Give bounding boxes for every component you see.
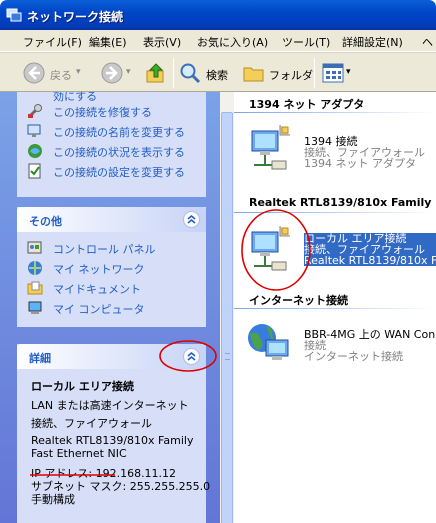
up-folder-button[interactable] bbox=[142, 59, 170, 87]
chevron-up-icon bbox=[187, 214, 196, 224]
details-configuration: 手動構成 bbox=[31, 493, 75, 506]
forward-button[interactable]: ▾ bbox=[96, 59, 136, 87]
lan-connection-icon bbox=[251, 226, 290, 271]
task-pane: 効にする この接続を修復する この接続の名前を変更する この接続の状況を表示する bbox=[0, 92, 234, 523]
views-button[interactable]: ▾ bbox=[320, 59, 356, 87]
other-panel-header[interactable]: その他 bbox=[17, 207, 206, 232]
details-device: Realtek RTL8139/810x Family bbox=[31, 434, 194, 447]
search-icon bbox=[180, 63, 201, 84]
settings-icon bbox=[28, 163, 41, 179]
other-panel-title: その他 bbox=[29, 215, 62, 228]
folder-icon bbox=[243, 67, 264, 82]
partial-task-link[interactable]: 効にする bbox=[53, 92, 97, 104]
details-panel-header[interactable]: 詳細 bbox=[17, 344, 206, 369]
task-rename-connection-label: この接続の名前を変更する bbox=[53, 126, 185, 139]
my-network-icon bbox=[28, 261, 42, 275]
control-panel-icon bbox=[27, 241, 42, 254]
details-type: LAN または高速インターネット bbox=[31, 399, 189, 412]
views-dropdown-icon[interactable]: ▾ bbox=[346, 67, 351, 77]
menu-edit[interactable]: 編集(E) bbox=[89, 34, 127, 50]
network-tasks-panel: 効にする この接続を修復する この接続の名前を変更する この接続の状況を表示する bbox=[17, 92, 206, 197]
search-label: 検索 bbox=[206, 69, 228, 82]
details-status: 接続、ファイアウォール bbox=[31, 417, 152, 430]
scroll-thumb[interactable] bbox=[221, 112, 233, 523]
menu-bar: ファイル(F) 編集(E) 表示(V) お気に入り(A) ツール(T) 詳細設定… bbox=[0, 30, 436, 52]
back-arrow-icon bbox=[23, 62, 45, 84]
menu-advanced[interactable]: 詳細設定(N) bbox=[342, 34, 403, 50]
lan-connection-icon bbox=[251, 125, 290, 170]
menu-tools[interactable]: ツール(T) bbox=[282, 34, 330, 50]
task-view-status-label: この接続の状況を表示する bbox=[53, 146, 185, 159]
folders-button[interactable]: フォルダ bbox=[242, 59, 313, 87]
connection-local-area-device: Realtek RTL8139/810x Fa bbox=[304, 255, 436, 266]
task-change-settings-label: この接続の設定を変更する bbox=[53, 166, 185, 179]
folders-label: フォルダ bbox=[269, 69, 313, 82]
details-device-cont: Fast Ethernet NIC bbox=[31, 447, 127, 460]
chevron-up-icon bbox=[187, 351, 196, 361]
collapse-details-button[interactable] bbox=[183, 348, 200, 365]
link-control-panel-label: コントロール パネル bbox=[53, 243, 156, 256]
title-bar[interactable]: ネットワーク接続 bbox=[0, 0, 436, 30]
window-title: ネットワーク接続 bbox=[27, 10, 124, 24]
connection-1394-device: 1394 ネット アダプタ bbox=[304, 157, 416, 170]
status-icon bbox=[28, 144, 42, 158]
back-label: 戻る bbox=[50, 69, 72, 82]
repair-icon bbox=[28, 104, 42, 118]
my-computer-icon bbox=[28, 301, 42, 314]
rename-icon bbox=[27, 124, 41, 137]
network-connections-icon bbox=[6, 8, 22, 22]
link-my-documents-label: マイドキュメント bbox=[53, 283, 141, 296]
other-places-panel: その他 コントロール パネル マイ ネットワーク マイドキュメント マイ コンピ… bbox=[17, 207, 206, 327]
back-dropdown-icon[interactable]: ▾ bbox=[76, 67, 81, 77]
connections-view: 1394 ネット アダプタ 1394 接続 接続、ファイアウォール 1394 ネ… bbox=[234, 92, 436, 523]
group-1394-title: 1394 ネット アダプタ bbox=[249, 98, 365, 111]
menu-favorites[interactable]: お気に入り(A) bbox=[197, 34, 268, 50]
link-my-network-label: マイ ネットワーク bbox=[53, 263, 145, 276]
menu-help[interactable]: ヘ bbox=[422, 34, 433, 50]
toolbar: 戻る ▾ ▾ 検索 フォルダ ▾ bbox=[0, 52, 436, 92]
forward-arrow-icon bbox=[101, 62, 123, 84]
group-internet-title: インターネット接続 bbox=[249, 294, 348, 307]
connection-wan-device: インターネット接続 bbox=[304, 350, 403, 363]
my-documents-icon bbox=[27, 281, 43, 295]
collapse-other-button[interactable] bbox=[183, 211, 200, 228]
link-my-computer-label: マイ コンピュータ bbox=[53, 303, 145, 316]
internet-connection-icon bbox=[248, 324, 289, 360]
back-button[interactable]: 戻る ▾ bbox=[18, 59, 88, 87]
task-repair-connection-label: この接続を修復する bbox=[53, 106, 152, 119]
details-panel-title: 詳細 bbox=[29, 352, 51, 365]
details-connection-name: ローカル エリア接続 bbox=[31, 380, 134, 393]
up-folder-icon bbox=[146, 63, 164, 83]
menu-file[interactable]: ファイル(F) bbox=[23, 34, 82, 50]
views-icon bbox=[322, 63, 344, 83]
forward-dropdown-icon[interactable]: ▾ bbox=[126, 67, 131, 77]
group-realtek-title: Realtek RTL8139/810x Family bbox=[249, 196, 432, 209]
search-button[interactable]: 検索 bbox=[178, 59, 236, 87]
details-panel: 詳細 ローカル エリア接続 LAN または高速インターネット 接続、ファイアウォ… bbox=[17, 344, 210, 523]
task-pane-scrollbar[interactable] bbox=[220, 92, 234, 523]
menu-view[interactable]: 表示(V) bbox=[143, 34, 181, 50]
